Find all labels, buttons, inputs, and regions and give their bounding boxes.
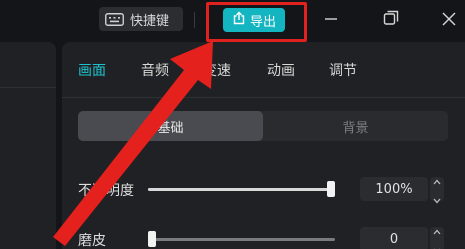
close-button[interactable] — [437, 8, 461, 32]
opacity-slider-thumb[interactable] — [327, 181, 335, 197]
segment-control: 基础 背景 — [78, 111, 448, 141]
keyboard-icon — [105, 12, 124, 26]
opacity-value-field[interactable]: 100% — [360, 177, 428, 201]
segment-background[interactable]: 背景 — [263, 111, 448, 141]
properties-panel: 画面 音频 变速 动画 调节 基础 背景 不透明度 100% 磨皮 0 — [62, 42, 465, 249]
caret-down-icon[interactable] — [433, 189, 441, 208]
smoothing-slider[interactable] — [148, 231, 335, 247]
title-bar: 快捷键 导出 — [0, 0, 465, 42]
tab-animation[interactable]: 动画 — [267, 60, 295, 80]
segment-basic[interactable]: 基础 — [78, 111, 263, 141]
toolbar-divider — [194, 12, 195, 28]
caret-up-icon[interactable] — [433, 170, 441, 189]
opacity-slider[interactable] — [148, 181, 335, 197]
smoothing-slider-thumb[interactable] — [148, 231, 156, 247]
highlight-box — [206, 2, 307, 42]
opacity-stepper[interactable] — [430, 177, 444, 204]
smoothing-value-field[interactable]: 0 — [360, 227, 428, 249]
minimize-button[interactable] — [319, 8, 343, 32]
caret-up-icon[interactable] — [433, 220, 441, 239]
restore-icon — [383, 10, 399, 30]
smoothing-stepper[interactable] — [430, 227, 444, 249]
property-tabs: 画面 音频 变速 动画 调节 — [62, 42, 465, 98]
minimize-icon — [324, 11, 338, 30]
opacity-label: 不透明度 — [78, 183, 134, 199]
left-panel — [0, 42, 56, 249]
tab-audio[interactable]: 音频 — [141, 60, 169, 80]
restore-button[interactable] — [379, 8, 403, 32]
close-icon — [442, 11, 456, 30]
panel-divider — [0, 87, 56, 88]
tab-adjust[interactable]: 调节 — [329, 60, 357, 80]
caret-down-icon[interactable] — [433, 239, 441, 249]
tab-speed[interactable]: 变速 — [203, 60, 231, 80]
shortcut-button[interactable]: 快捷键 — [99, 7, 183, 31]
smoothing-label: 磨皮 — [78, 233, 106, 249]
shortcut-label: 快捷键 — [130, 13, 170, 29]
opacity-slider-fill — [148, 188, 331, 191]
tab-picture[interactable]: 画面 — [78, 60, 106, 80]
